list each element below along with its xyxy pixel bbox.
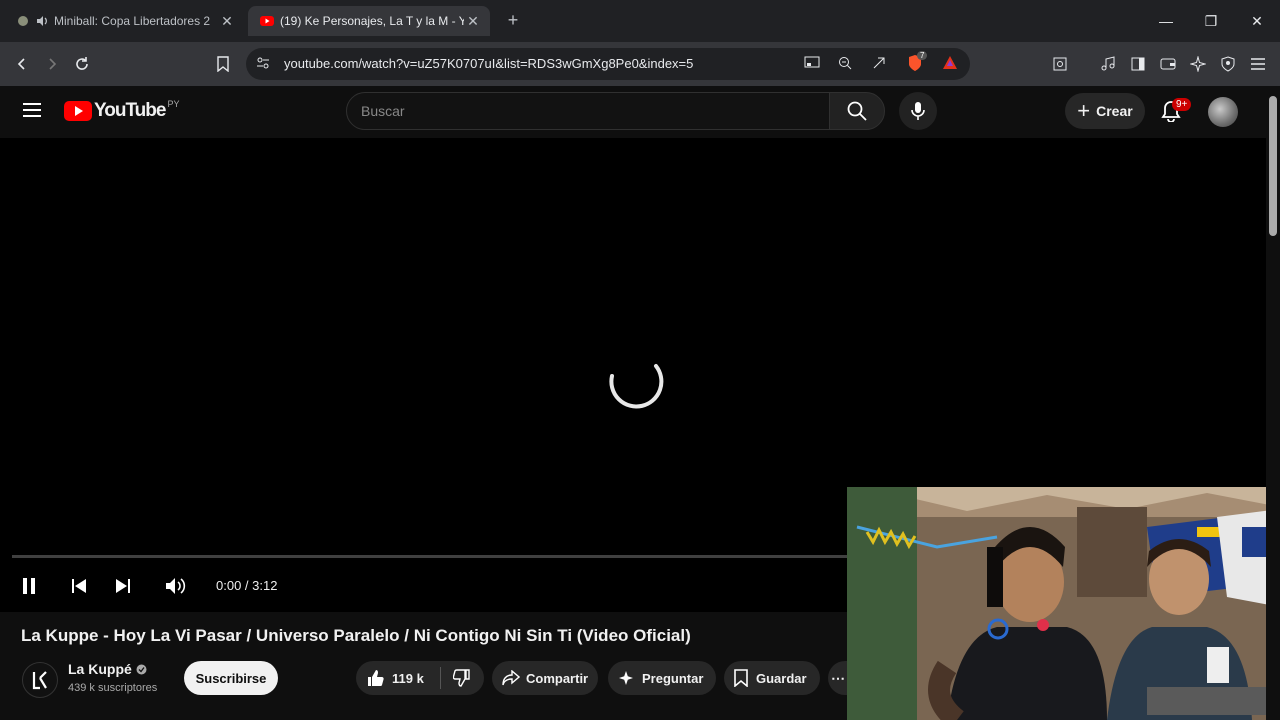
channel-name[interactable]: La Kuppé [68, 661, 132, 677]
tab-close-icon[interactable]: ✕ [218, 13, 236, 30]
notifications-badge: 9+ [1172, 98, 1192, 111]
forward-icon[interactable] [40, 52, 64, 76]
like-count: 119 k [392, 670, 424, 686]
back-icon[interactable] [10, 52, 34, 76]
like-dislike-group: 119 k [356, 661, 484, 695]
menu-icon[interactable] [1246, 52, 1270, 76]
media-icon[interactable] [1096, 52, 1120, 76]
guide-menu-icon[interactable] [22, 102, 42, 123]
share-icon[interactable] [872, 56, 886, 75]
volume-icon [166, 578, 186, 594]
volume-button[interactable] [164, 574, 188, 598]
share-button[interactable]: Compartir [492, 661, 598, 695]
create-button[interactable]: + Crear [1065, 93, 1145, 129]
brave-rewards-icon[interactable] [942, 55, 958, 76]
save-bookmark-icon [734, 669, 748, 687]
tab-close-icon[interactable]: ✕ [464, 13, 482, 30]
channel-logo-icon [32, 671, 47, 690]
previous-button[interactable] [68, 574, 90, 598]
verified-icon [136, 664, 147, 675]
sidebar-icon[interactable] [1126, 52, 1150, 76]
browser-toolbar: youtube.com/watch?v=uZ57K0707uI&list=RDS… [0, 42, 1280, 86]
wallet-icon[interactable] [1156, 52, 1180, 76]
browser-tab-strip: Miniball: Copa Libertadores 2 ✕ (19) Ke … [0, 0, 1280, 42]
search-box[interactable] [346, 92, 830, 130]
extension-badge: 7 [917, 51, 928, 60]
create-label: Crear [1096, 103, 1133, 119]
bookmark-icon[interactable] [211, 52, 235, 76]
vpn-icon[interactable] [1216, 52, 1240, 76]
restore-button[interactable]: ❐ [1196, 8, 1226, 34]
youtube-favicon-icon [260, 14, 274, 28]
youtube-wordmark: YouTube [94, 100, 166, 121]
loading-spinner-icon [604, 360, 664, 417]
subscribe-button[interactable]: Suscribirse [184, 661, 278, 695]
subscriber-count: 439 k suscriptores [68, 682, 158, 694]
search-input[interactable] [347, 93, 829, 129]
speaker-icon[interactable] [36, 15, 48, 27]
pause-button[interactable] [18, 574, 40, 598]
more-actions-button[interactable]: ⋯ [828, 661, 848, 695]
region-code: PY [167, 99, 180, 109]
webcam-overlay [847, 487, 1280, 720]
more-icon: ⋯ [831, 669, 845, 686]
next-icon [116, 579, 130, 593]
sparkle-icon [619, 671, 633, 685]
dislike-button[interactable] [441, 669, 483, 687]
tab-miniball[interactable]: Miniball: Copa Libertadores 2 ✕ [4, 6, 244, 36]
ask-label: Preguntar [642, 670, 704, 686]
save-label: Guardar [756, 670, 807, 686]
tab-youtube[interactable]: (19) Ke Personajes, La T y la M - Y ✕ [248, 6, 490, 36]
thumbs-up-icon [368, 670, 384, 686]
url-text[interactable]: youtube.com/watch?v=uZ57K0707uI&list=RDS… [284, 56, 693, 71]
search-button[interactable] [829, 92, 885, 130]
thumbs-down-icon [453, 669, 470, 687]
search-icon [847, 101, 867, 121]
youtube-masthead: YouTube PY + Crear 9+ [0, 86, 1266, 138]
scrollbar-thumb[interactable] [1269, 96, 1277, 236]
close-window-button[interactable]: ✕ [1242, 8, 1272, 34]
previous-icon [72, 579, 86, 593]
channel-avatar[interactable] [22, 662, 58, 698]
minimize-button[interactable]: — [1151, 8, 1181, 34]
channel-name-row: La Kuppé [68, 661, 147, 677]
pause-icon [23, 578, 35, 594]
webcam-scene [847, 487, 1280, 720]
plus-icon: + [1077, 98, 1091, 123]
share-label: Compartir [526, 670, 589, 686]
screenshot-icon[interactable] [1048, 52, 1072, 76]
cast-icon[interactable] [804, 56, 820, 75]
video-title: La Kuppe - Hoy La Vi Pasar / Universo Pa… [21, 626, 691, 645]
reload-icon[interactable] [70, 52, 94, 76]
like-button[interactable]: 119 k [356, 669, 440, 687]
leo-ai-icon[interactable] [1186, 52, 1210, 76]
page-scrollbar[interactable] [1266, 86, 1280, 720]
voice-search-button[interactable] [899, 92, 937, 130]
tab-title: Miniball: Copa Libertadores 2 [54, 14, 211, 28]
share-arrow-icon [502, 670, 520, 686]
address-bar[interactable]: youtube.com/watch?v=uZ57K0707uI&list=RDS… [246, 48, 970, 80]
zoom-icon[interactable] [838, 56, 852, 75]
video-progress-bar[interactable] [12, 555, 848, 558]
time-display: 0:00 / 3:12 [216, 578, 278, 593]
notifications-button[interactable]: 9+ [1160, 98, 1192, 124]
youtube-logo[interactable]: YouTube PY [64, 99, 180, 122]
ask-button[interactable]: Preguntar [608, 661, 716, 695]
new-tab-button[interactable]: + [503, 10, 523, 30]
youtube-play-icon [64, 101, 92, 121]
save-button[interactable]: Guardar [724, 661, 820, 695]
owl-favicon-icon [16, 14, 30, 28]
site-settings-icon[interactable] [256, 56, 270, 75]
microphone-icon [911, 102, 925, 120]
avatar[interactable] [1208, 97, 1238, 127]
brave-shields-icon[interactable]: 7 [906, 51, 928, 77]
tab-title: (19) Ke Personajes, La T y la M - Y [280, 14, 464, 28]
next-button[interactable] [112, 574, 134, 598]
